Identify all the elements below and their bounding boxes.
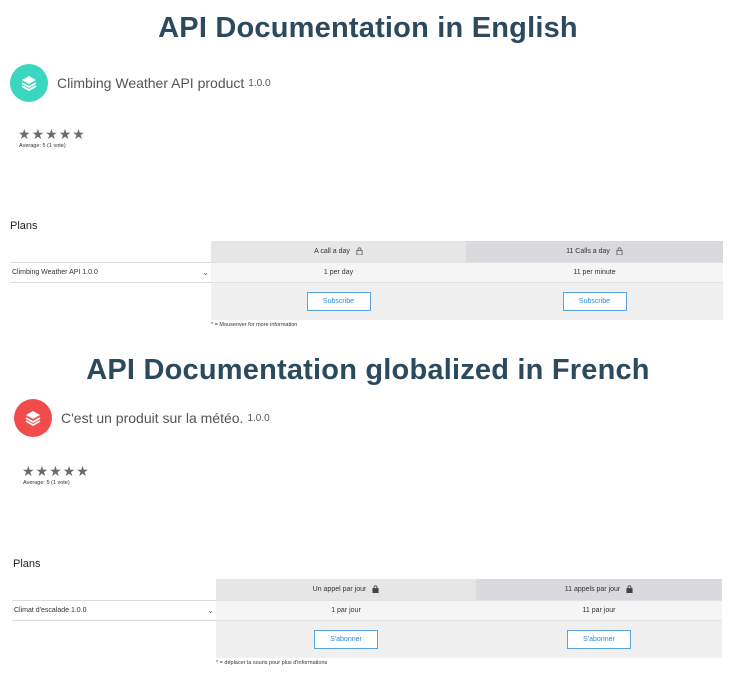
plan-header: A call a day — [211, 241, 466, 262]
product-name: C'est un produit sur la météo. — [61, 410, 244, 426]
star-icon[interactable]: ★ — [63, 464, 76, 478]
star-icon[interactable]: ★ — [49, 464, 62, 478]
mouseover-note: * = déplacer la souris pour plus d'infor… — [216, 660, 328, 666]
page-heading: API Documentation in English — [158, 12, 578, 44]
plans-title: Plans — [10, 220, 38, 232]
star-icon[interactable]: ★ — [18, 127, 31, 141]
plan-header: Un appel par jour — [216, 579, 476, 600]
star-rating[interactable]: ★ ★ ★ ★ ★ — [22, 464, 89, 478]
plan-limit-text: 1 par jour — [331, 607, 361, 614]
api-row-toggle[interactable]: Climat d'escalade 1.0.0 ⌄ — [12, 600, 216, 621]
plan-limit-text: 11 per minute — [573, 269, 616, 276]
plan-limit: 11 per minute — [466, 262, 723, 283]
layers-icon — [14, 399, 52, 437]
star-icon[interactable]: ★ — [32, 127, 45, 141]
subscribe-button[interactable]: S'abonner — [567, 630, 631, 649]
plan-header: 11 Calls a day — [466, 241, 723, 262]
api-row-toggle[interactable]: Climbing Weather API 1.0.0 ⌄ — [10, 262, 211, 283]
average-rating: Average: 5 (1 vote) — [23, 480, 70, 486]
lock-icon — [620, 584, 633, 595]
subscribe-cell: S'abonner — [216, 621, 476, 658]
plan-header: 11 appels par jour — [476, 579, 722, 600]
plan-limit: 1 per day — [211, 262, 466, 283]
subscribe-cell: Subscribe — [466, 283, 723, 320]
star-icon[interactable]: ★ — [59, 127, 72, 141]
subscribe-button[interactable]: Subscribe — [306, 292, 371, 311]
subscribe-cell: S'abonner — [476, 621, 722, 658]
product-header: C'est un produit sur la météo. 1.0.0 — [14, 399, 270, 437]
star-icon[interactable]: ★ — [72, 127, 85, 141]
plan-limit-text: 11 par jour — [582, 607, 616, 614]
star-icon[interactable]: ★ — [45, 127, 58, 141]
product-version: 1.0.0 — [248, 77, 271, 89]
rating-widget[interactable]: ★ ★ ★ ★ ★ Average: 5 (1 vote) — [22, 464, 89, 486]
product-header: Climbing Weather API product 1.0.0 — [10, 64, 271, 102]
rating-widget[interactable]: ★ ★ ★ ★ ★ Average: 5 (1 vote) — [18, 127, 85, 149]
plan-limit: 11 par jour — [476, 600, 722, 621]
page-heading: API Documentation globalized in French — [86, 354, 650, 386]
plan-name: 11 Calls a day — [566, 248, 610, 255]
product-name: Climbing Weather API product — [57, 75, 245, 91]
subscribe-button[interactable]: S'abonner — [314, 630, 378, 649]
lock-icon — [610, 246, 623, 257]
plan-limit: 1 par jour — [216, 600, 476, 621]
api-name: Climat d'escalade 1.0.0 — [14, 607, 87, 614]
chevron-down-icon[interactable]: ⌄ — [207, 606, 214, 615]
plan-limit-text: 1 per day — [323, 269, 354, 276]
api-name: Climbing Weather API 1.0.0 — [12, 269, 98, 276]
star-icon[interactable]: ★ — [76, 464, 89, 478]
star-rating[interactable]: ★ ★ ★ ★ ★ — [18, 127, 85, 141]
plans-title: Plans — [13, 558, 41, 570]
lock-icon — [366, 584, 379, 595]
average-rating: Average: 5 (1 vote) — [19, 143, 66, 149]
star-icon[interactable]: ★ — [22, 464, 35, 478]
plan-name: A call a day — [314, 248, 350, 255]
subscribe-button[interactable]: Subscribe — [562, 292, 627, 311]
lock-icon — [350, 246, 363, 257]
plan-name: Un appel par jour — [312, 586, 367, 593]
mouseover-note: * = Mouseover for more information — [211, 322, 298, 328]
chevron-down-icon[interactable]: ⌄ — [202, 268, 209, 277]
layers-icon — [10, 64, 48, 102]
plan-name: 11 appels par jour — [564, 586, 621, 593]
product-version: 1.0.0 — [247, 412, 270, 424]
subscribe-cell: Subscribe — [211, 283, 466, 320]
star-icon[interactable]: ★ — [36, 464, 49, 478]
